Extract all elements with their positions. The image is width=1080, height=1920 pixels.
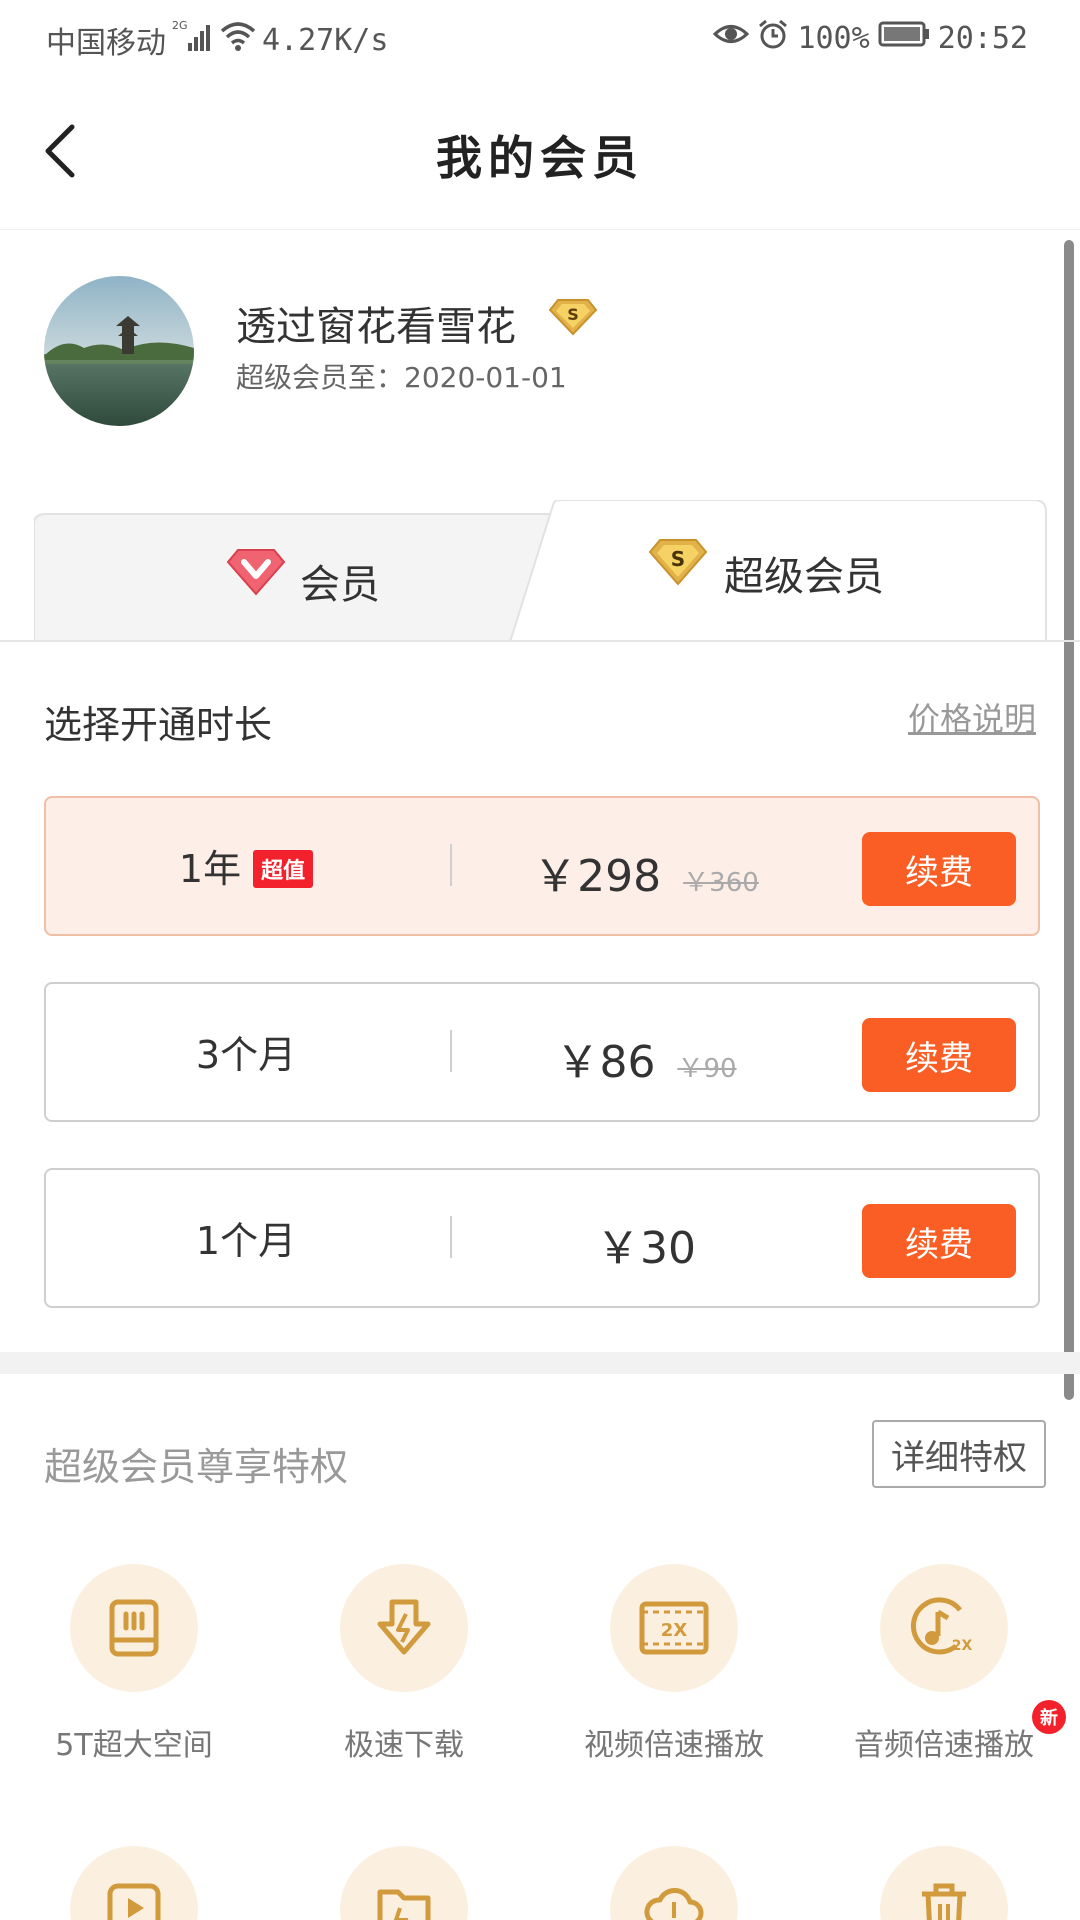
- duration-section-title: 选择开通时长: [44, 703, 273, 747]
- fast-download-icon: [340, 1564, 468, 1692]
- privilege-label-text: 音频倍速播放: [854, 1728, 1034, 1763]
- plan-duration-label: 1年: [178, 847, 242, 891]
- renew-button[interactable]: 续费: [862, 832, 1016, 906]
- carrier-name: 中国移动: [46, 26, 166, 61]
- tab-member-label: 会员: [300, 562, 380, 608]
- plan-duration: 1年 超值: [46, 838, 446, 893]
- svg-text:2X: 2X: [952, 1638, 973, 1654]
- status-bar: 中国移动 2G 4.27K/s 100% 20:52: [0, 0, 1080, 78]
- alarm-icon: [757, 18, 789, 58]
- nav-bar: 我的会员: [0, 78, 1080, 230]
- battery-percent: 100%: [797, 20, 870, 56]
- eye-icon: [713, 19, 750, 57]
- plan-option-3-months[interactable]: 3个月 ￥86 ￥90 续费: [44, 982, 1040, 1122]
- plan-duration-label: 1个月: [195, 1219, 297, 1263]
- status-right: 100% 20:52: [713, 18, 1028, 58]
- badge-letter: S: [567, 305, 579, 324]
- s-gem-letter: S: [671, 547, 685, 571]
- signal-icon: 2G: [170, 19, 214, 61]
- privilege-audio-speed[interactable]: 2X 音频倍速播放 新: [814, 1564, 1074, 1764]
- renew-button[interactable]: 续费: [862, 1018, 1016, 1092]
- tab-super-member[interactable]: S 超级会员: [524, 500, 1048, 642]
- new-badge: 新: [1032, 1700, 1066, 1734]
- plan-divider: [450, 1216, 452, 1258]
- privilege-row2-item3[interactable]: [544, 1846, 804, 1920]
- tab-super-member-label: 超级会员: [724, 554, 884, 600]
- privileges-title: 超级会员尊享特权: [44, 1445, 349, 1489]
- video-speed-icon: 2X: [610, 1564, 738, 1692]
- heart-gem-icon: [226, 546, 286, 600]
- plan-price: ￥298: [533, 851, 662, 902]
- network-type: 2G: [172, 19, 188, 32]
- plan-price: ￥30: [596, 1223, 696, 1274]
- clock-time: 20:52: [937, 20, 1028, 56]
- section-separator: [0, 1352, 1080, 1374]
- renew-button[interactable]: 续费: [862, 1204, 1016, 1278]
- membership-expiry: 超级会员至：2020-01-01: [236, 361, 567, 394]
- tab-member[interactable]: 会员: [34, 514, 510, 642]
- super-member-badge-icon: S: [548, 296, 598, 340]
- plan-price-group: ￥298 ￥360: [466, 840, 826, 904]
- plan-option-1-year[interactable]: 1年 超值 ￥298 ￥360 续费: [44, 796, 1040, 936]
- user-name: 透过窗花看雪花: [236, 304, 516, 350]
- plan-divider: [450, 844, 452, 886]
- privilege-row2-item1[interactable]: [4, 1846, 264, 1920]
- privilege-label: 视频倍速播放: [584, 1728, 764, 1763]
- s-gem-icon: S: [648, 536, 708, 590]
- network-speed: 4.27K/s: [262, 22, 389, 58]
- plan-price-group: ￥86 ￥90: [466, 1026, 826, 1090]
- plan-old-price: ￥90: [677, 1054, 737, 1084]
- privilege-label: 极速下载: [344, 1728, 464, 1763]
- plan-price: ￥86: [555, 1037, 656, 1088]
- plan-old-price: ￥360: [683, 868, 759, 898]
- cloud-icon: [610, 1846, 738, 1920]
- privilege-row2-item4[interactable]: [814, 1846, 1074, 1920]
- privilege-row2-item2[interactable]: [274, 1846, 534, 1920]
- status-left: 中国移动 2G 4.27K/s: [46, 18, 388, 62]
- folder-icon: [340, 1846, 468, 1920]
- plan-duration-label: 3个月: [195, 1033, 297, 1077]
- tab-divider: [0, 640, 1080, 642]
- page-title: 我的会员: [436, 131, 644, 185]
- avatar[interactable]: [44, 276, 194, 426]
- privilege-storage[interactable]: 5T超大空间: [4, 1564, 264, 1764]
- privilege-fast-download[interactable]: 极速下载: [274, 1564, 534, 1764]
- svg-text:2X: 2X: [661, 1620, 688, 1641]
- privilege-label: 音频倍速播放 新: [854, 1700, 1066, 1764]
- privilege-label: 5T超大空间: [55, 1728, 213, 1763]
- audio-speed-icon: 2X: [880, 1564, 1008, 1692]
- value-badge: 超值: [253, 850, 314, 888]
- battery-icon: [878, 20, 930, 56]
- video-play-icon: [70, 1846, 198, 1920]
- storage-icon: [70, 1564, 198, 1692]
- avatar-landscape-image: [44, 276, 194, 426]
- plan-price-group: ￥30: [466, 1212, 826, 1276]
- membership-tabs: 会员 S 超级会员: [34, 500, 1048, 642]
- plan-divider: [450, 1030, 452, 1072]
- scrollbar[interactable]: [1064, 240, 1074, 1400]
- detail-privileges-button[interactable]: 详细特权: [872, 1420, 1046, 1488]
- price-note-link[interactable]: 价格说明: [908, 694, 1036, 740]
- wifi-icon: [218, 19, 258, 61]
- plan-option-1-month[interactable]: 1个月 ￥30 续费: [44, 1168, 1040, 1308]
- trash-icon: [880, 1846, 1008, 1920]
- privilege-video-speed[interactable]: 2X 视频倍速播放: [544, 1564, 804, 1764]
